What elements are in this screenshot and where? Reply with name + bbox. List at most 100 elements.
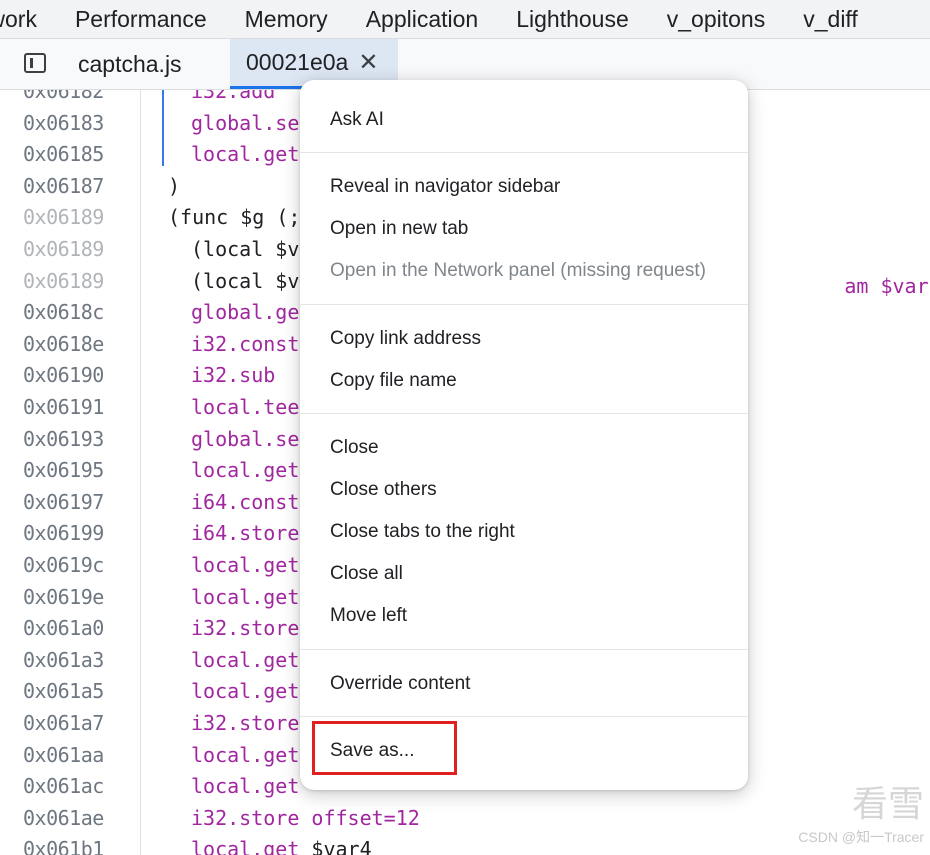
- line-address: 0x06199: [23, 521, 104, 546]
- menu-item-override-content[interactable]: Override content: [330, 671, 470, 697]
- line-address: 0x0619e: [23, 584, 104, 609]
- line-address: 0x0619c: [23, 553, 104, 577]
- menu-separator: [300, 649, 748, 650]
- menu-separator: [300, 413, 748, 414]
- watermark-credit: CSDN @知一Tracer: [798, 829, 924, 845]
- annotation-highlight-box: [312, 721, 457, 775]
- code-token: (func $g (;3: [168, 205, 313, 230]
- code-token: local.get: [191, 837, 300, 855]
- tab-performance[interactable]: Performance: [56, 4, 226, 34]
- code-token: local.get: [191, 647, 300, 672]
- code-token: (local $va: [191, 237, 312, 261]
- line-address: 0x06195: [23, 458, 104, 483]
- code-text: global.get: [191, 297, 311, 329]
- code-text: local.get: [191, 740, 299, 772]
- line-address: 0x061a5: [23, 679, 104, 704]
- menu-item-open-new-tab[interactable]: Open in new tab: [330, 216, 468, 242]
- code-token: global.set: [191, 110, 312, 135]
- line-address: 0x06189: [23, 237, 104, 261]
- menu-item-ask-ai[interactable]: Ask AI: [330, 107, 384, 133]
- menu-item-copy-link-address[interactable]: Copy link address: [330, 326, 481, 352]
- line-address: 0x061a7: [23, 711, 104, 735]
- code-text: local.get: [191, 676, 299, 708]
- editor-tab-captcha-js[interactable]: captcha.js: [62, 39, 222, 89]
- code-token: i32.store: [191, 805, 300, 830]
- menu-item-close-tabs-right[interactable]: Close tabs to the right: [330, 519, 515, 545]
- code-text: local.get: [191, 771, 299, 803]
- code-token: local.get: [191, 458, 300, 483]
- menu-item-reveal-in-navigator[interactable]: Reveal in navigator sidebar: [330, 174, 560, 200]
- tab-memory[interactable]: Memory: [226, 4, 347, 34]
- code-text: i32.store offset=12: [191, 803, 420, 835]
- panel-divider-icon-part: [30, 58, 33, 68]
- menu-separator: [300, 716, 748, 717]
- menu-item-copy-file-name[interactable]: Copy file name: [330, 368, 457, 394]
- line-address: 0x061a0: [23, 616, 104, 641]
- code-token: i32.const: [191, 331, 300, 356]
- code-text: local.get: [191, 582, 299, 614]
- line-address: 0x0618c: [23, 300, 104, 325]
- line-address: 0x06190: [23, 363, 104, 388]
- menu-item-close-others[interactable]: Close others: [330, 477, 437, 503]
- code-text: global.set: [191, 424, 311, 456]
- line-address: 0x0618e: [23, 331, 104, 356]
- tab-application[interactable]: Application: [347, 4, 498, 34]
- code-text: ): [168, 171, 180, 203]
- code-token: global.set: [191, 426, 312, 451]
- editor-tab-label: 00021e0a: [246, 49, 349, 75]
- tab-context-menu: Ask AI Reveal in navigator sidebar Open …: [300, 80, 748, 790]
- tab-v-diff[interactable]: v_diff: [784, 4, 877, 34]
- code-token: global.get: [191, 300, 312, 325]
- code-text: i32.const: [191, 329, 299, 361]
- code-text: (local $va: [191, 266, 311, 298]
- menu-item-move-left[interactable]: Move left: [330, 603, 407, 629]
- code-text: i64.store: [191, 518, 299, 550]
- panel-tab-bar: twork Performance Memory Application Lig…: [0, 0, 930, 39]
- menu-item-close[interactable]: Close: [330, 435, 379, 461]
- code-text: local.get: [191, 139, 299, 171]
- code-token: local.get: [191, 584, 300, 609]
- close-tab-icon[interactable]: ✕: [358, 48, 378, 77]
- code-text: i64.const: [191, 487, 299, 519]
- code-text: (func $g (;3: [168, 202, 313, 234]
- code-text: i32.store: [191, 708, 299, 740]
- watermark: 看雪 CSDN @知一Tracer: [798, 775, 924, 847]
- tab-v-opitons[interactable]: v_opitons: [648, 4, 784, 34]
- line-address: 0x06189: [23, 205, 104, 230]
- code-text: i32.store: [191, 613, 299, 645]
- line-address: 0x061ae: [23, 805, 104, 830]
- code-token: local.get: [191, 742, 300, 767]
- toggle-navigator-icon[interactable]: [24, 53, 46, 73]
- devtools-window: twork Performance Memory Application Lig…: [0, 0, 930, 855]
- menu-item-close-all[interactable]: Close all: [330, 561, 403, 587]
- code-token: i32.store: [191, 616, 300, 641]
- code-text: local.get: [191, 455, 299, 487]
- line-address: 0x06182: [23, 90, 104, 103]
- tab-lighthouse[interactable]: Lighthouse: [497, 4, 648, 34]
- line-address: 0x061aa: [23, 742, 104, 767]
- line-address: 0x06193: [23, 426, 104, 451]
- code-token: local.tee: [191, 395, 300, 419]
- code-token: ): [168, 173, 181, 198]
- code-token: i64.store: [191, 521, 300, 546]
- line-address: 0x061ac: [23, 774, 104, 799]
- line-address: 0x06183: [23, 110, 104, 135]
- code-text: local.get: [191, 550, 299, 582]
- code-token: local.get: [191, 142, 300, 167]
- line-address: 0x06187: [23, 173, 104, 198]
- line-address: 0x061a3: [23, 647, 104, 672]
- code-text: local.tee: [191, 392, 299, 424]
- code-token: offset=12: [299, 805, 420, 830]
- line-address: 0x061b1: [23, 837, 104, 855]
- code-text: i32.add: [191, 90, 275, 108]
- code-token: local.get: [191, 774, 300, 799]
- code-token: $var4: [299, 837, 372, 855]
- menu-item-open-network-panel: Open in the Network panel (missing reque…: [330, 260, 706, 281]
- code-text: local.get: [191, 645, 299, 677]
- tab-network[interactable]: twork: [0, 4, 56, 34]
- line-address: 0x06197: [23, 489, 104, 514]
- code-token: i32.add: [191, 90, 276, 103]
- code-text: i32.sub: [191, 360, 275, 392]
- code-line: 0x061b1 local.get $var4: [0, 834, 930, 855]
- code-token: local.get: [191, 679, 300, 704]
